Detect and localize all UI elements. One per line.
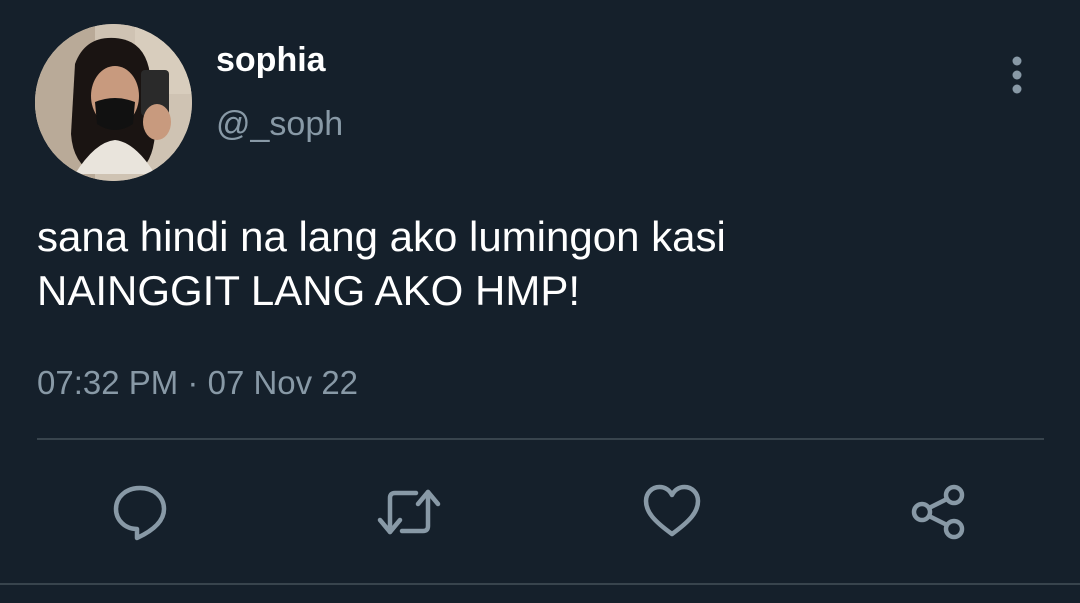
like-icon — [643, 484, 701, 537]
tweet-text: sana hindi na lang ako lumingon kasi NAI… — [37, 210, 1037, 318]
divider — [37, 438, 1044, 440]
avatar-photo — [35, 24, 192, 181]
bottom-divider — [0, 583, 1080, 585]
tweet-time: 07:32 PM — [37, 364, 179, 401]
more-vertical-icon — [1012, 56, 1022, 94]
retweet-button[interactable] — [376, 482, 442, 542]
display-name[interactable]: sophia — [216, 40, 326, 80]
user-handle[interactable]: @_soph — [216, 104, 343, 144]
like-button[interactable] — [642, 482, 702, 542]
reply-icon — [113, 485, 167, 541]
tweet-text-line: NAINGGIT LANG AKO HMP! — [37, 267, 581, 314]
timestamp-separator: · — [187, 364, 199, 401]
share-icon — [911, 484, 965, 540]
avatar[interactable] — [35, 24, 192, 181]
share-button[interactable] — [908, 482, 968, 542]
tweet-date: 07 Nov 22 — [207, 364, 359, 401]
more-options-button[interactable] — [997, 52, 1037, 98]
tweet-timestamp[interactable]: 07:32 PM · 07 Nov 22 — [37, 363, 358, 403]
tweet-text-line: sana hindi na lang ako lumingon kasi — [37, 213, 726, 260]
reply-button[interactable] — [110, 482, 170, 542]
tweet-card: sophia @_soph sana hindi na lang ako lum… — [0, 0, 1080, 603]
retweet-icon — [377, 489, 441, 535]
